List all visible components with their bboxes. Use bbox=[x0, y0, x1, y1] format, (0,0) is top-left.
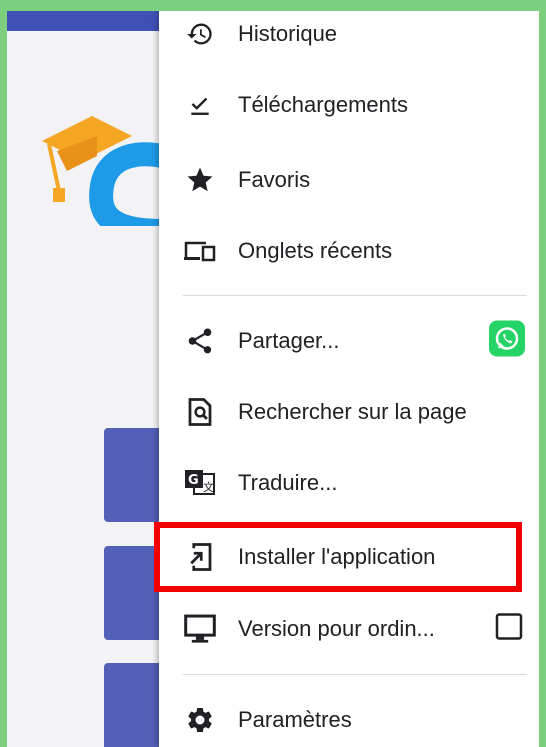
downloads-label: Téléchargements bbox=[238, 92, 408, 117]
menu-item-translate[interactable]: G文 Traduire... bbox=[159, 454, 539, 512]
menu-item-history[interactable]: Historique bbox=[159, 11, 539, 63]
find-in-page-label: Rechercher sur la page bbox=[238, 399, 467, 424]
desktop-version-checkbox[interactable] bbox=[495, 613, 523, 646]
whatsapp-icon[interactable] bbox=[489, 320, 525, 362]
history-label: Historique bbox=[238, 21, 338, 46]
desktop-version-label: Version pour ordin... bbox=[238, 616, 435, 641]
monitor-icon bbox=[183, 612, 217, 646]
menu-item-downloads[interactable]: Téléchargements bbox=[159, 76, 539, 134]
menu-item-favorites[interactable]: Favoris bbox=[159, 151, 539, 209]
favorites-label: Favoris bbox=[238, 167, 311, 192]
menu-item-settings[interactable]: Paramètres bbox=[159, 691, 539, 747]
svg-text:文: 文 bbox=[203, 480, 214, 494]
devices-icon bbox=[183, 234, 217, 268]
recent-tabs-label: Onglets récents bbox=[238, 238, 393, 263]
share-label: Partager... bbox=[238, 328, 340, 353]
download-check-icon bbox=[183, 88, 217, 122]
menu-item-find-in-page[interactable]: Rechercher sur la page bbox=[159, 383, 539, 441]
gear-icon bbox=[183, 703, 217, 737]
star-icon bbox=[183, 163, 217, 197]
menu-item-share[interactable]: Partager... bbox=[159, 312, 539, 370]
translate-label: Traduire... bbox=[238, 470, 338, 495]
browser-overflow-menu: Historique Téléchargements Favoris Ongle… bbox=[159, 11, 539, 747]
menu-divider-2 bbox=[183, 674, 527, 675]
svg-text:G: G bbox=[188, 473, 199, 488]
phone-screen: Historique Téléchargements Favoris Ongle… bbox=[7, 11, 539, 747]
find-in-page-icon bbox=[183, 395, 217, 429]
settings-label: Paramètres bbox=[238, 707, 352, 732]
menu-divider-1 bbox=[183, 295, 527, 296]
menu-item-desktop-version[interactable]: Version pour ordin... bbox=[159, 600, 539, 658]
history-icon bbox=[183, 17, 217, 51]
site-logo bbox=[42, 116, 165, 226]
install-app-highlight-box bbox=[154, 522, 522, 592]
translate-icon: G文 bbox=[183, 466, 217, 500]
share-icon bbox=[183, 324, 217, 358]
menu-item-recent-tabs[interactable]: Onglets récents bbox=[159, 222, 539, 280]
